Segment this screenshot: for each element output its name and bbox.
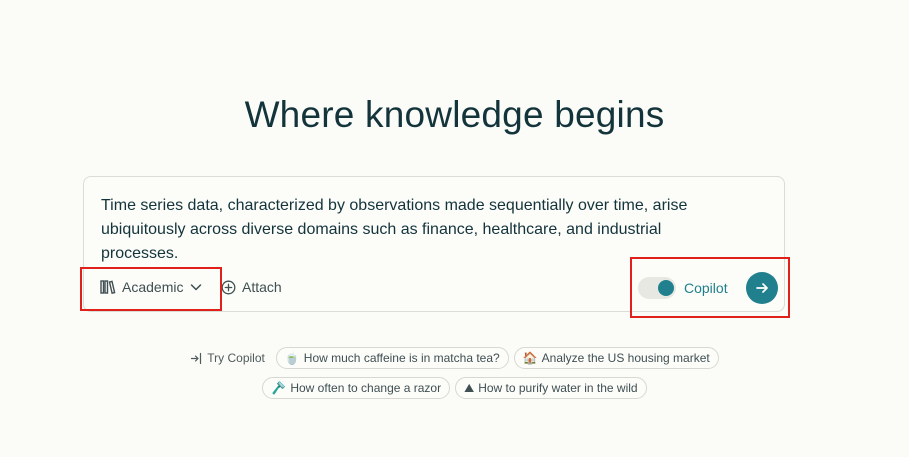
suggestion-chip[interactable]: 🍵 How much caffeine is in matcha tea? <box>275 347 509 369</box>
suggestion-label: How much caffeine is in matcha tea? <box>303 351 500 365</box>
matcha-cup-icon: 🍵 <box>284 351 300 365</box>
search-query-text[interactable]: Time series data, characterized by obser… <box>101 194 741 266</box>
home-page: Where knowledge begins Time series data,… <box>0 0 909 457</box>
try-copilot-label: Try Copilot <box>190 347 271 369</box>
attach-button[interactable]: Attach <box>221 276 282 298</box>
suggestion-row: Try Copilot 🍵 How much caffeine is in ma… <box>0 347 909 369</box>
suggestion-chip[interactable]: 🪒 How often to change a razor <box>262 377 451 399</box>
suggestion-label: How to purify water in the wild <box>478 381 638 395</box>
house-icon: 🏠 <box>522 351 538 365</box>
suggestion-label: How often to change a razor <box>290 381 442 395</box>
suggestion-chip[interactable]: ⛰ How to purify water in the wild <box>455 377 647 399</box>
plus-circle-icon <box>221 280 236 295</box>
suggestion-chip[interactable]: 🏠 Analyze the US housing market <box>513 347 719 369</box>
razor-icon: 🪒 <box>271 381 287 395</box>
highlight-box-copilot <box>630 257 790 318</box>
mountain-icon: ⛰ <box>464 381 475 395</box>
highlight-box-focus <box>80 267 222 311</box>
attach-label: Attach <box>242 279 282 295</box>
sign-in-arrow-icon <box>190 352 203 365</box>
suggestion-row: 🪒 How often to change a razor ⛰ How to p… <box>0 377 909 399</box>
try-copilot-text: Try Copilot <box>207 351 265 365</box>
suggestion-label: Analyze the US housing market <box>541 351 710 365</box>
page-title: Where knowledge begins <box>244 94 665 135</box>
